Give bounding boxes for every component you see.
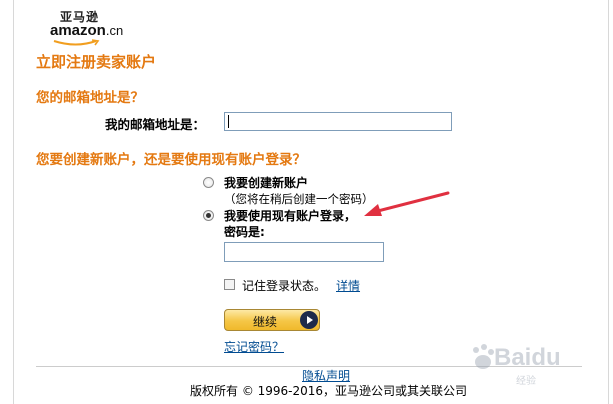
radio-existing-account[interactable] — [203, 210, 214, 221]
text-caret — [228, 115, 229, 128]
option-create-account-hint: （您将在稍后创建一个密码） — [224, 192, 374, 206]
option-create-account-label: 我要创建新账户 — [224, 176, 309, 190]
continue-button-label: 继续 — [253, 315, 278, 329]
email-label: 我的邮箱地址是： — [105, 117, 206, 132]
red-arrow-annotation — [364, 191, 450, 216]
amazon-logo[interactable]: 亚马逊 amazon.cn — [50, 8, 130, 48]
forgot-password-link[interactable]: 忘记密码？ — [224, 338, 284, 355]
continue-button[interactable]: 继续 — [224, 309, 320, 331]
password-label: 密码是: — [224, 225, 265, 239]
watermark-subtext: 经验 — [516, 376, 536, 387]
remember-checkbox[interactable] — [224, 279, 235, 290]
password-input[interactable] — [224, 242, 384, 262]
smile-icon — [53, 39, 100, 46]
baidu-watermark: Baidu 经验 — [470, 338, 590, 388]
account-heading: 您要创建新账户，还是要使用现有账户登录？ — [36, 152, 306, 168]
option-existing-account-label: 我要使用现有账户登录， — [224, 209, 357, 223]
radio-create-account[interactable] — [203, 177, 214, 188]
copyright-text: 版权所有 © 1996-2016，亚马逊公司或其关联公司 — [190, 384, 468, 398]
logo-brand: amazon.cn — [50, 22, 124, 39]
watermark-text: Baidu — [494, 344, 561, 371]
remember-label: 记住登录状态。 — [242, 279, 327, 293]
email-heading: 您的邮箱地址是？ — [36, 90, 144, 106]
remember-details-link[interactable]: 详情 — [336, 277, 360, 294]
page-title: 立即注册卖家账户 — [36, 53, 157, 71]
paw-icon — [473, 344, 494, 369]
play-arrow-icon — [300, 311, 318, 329]
email-input[interactable] — [224, 112, 452, 131]
